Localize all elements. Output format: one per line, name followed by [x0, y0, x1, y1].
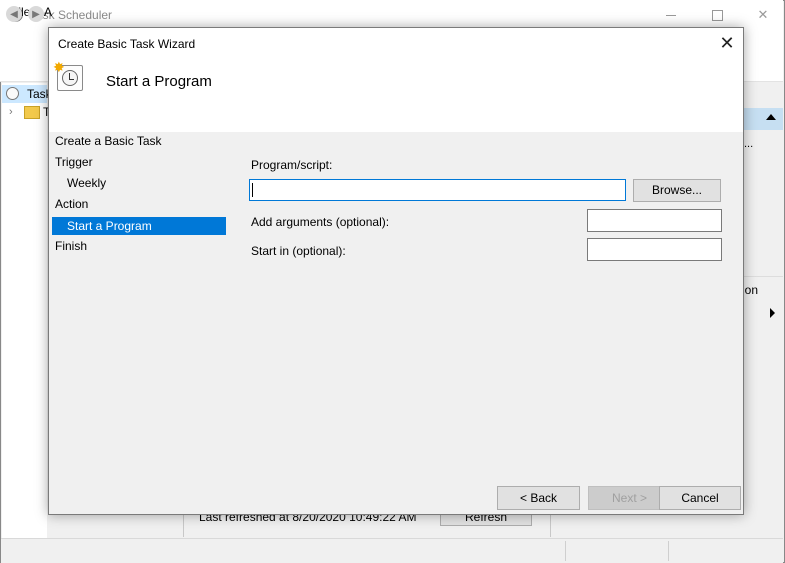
wizard-step-title: Start a Program — [106, 73, 212, 90]
actions-header[interactable] — [744, 108, 783, 130]
add-arguments-input[interactable] — [587, 209, 722, 232]
wizard-title: Create Basic Task Wizard — [58, 37, 196, 51]
program-script-input[interactable] — [249, 179, 626, 201]
maximize-button[interactable] — [694, 0, 740, 30]
browse-button[interactable]: Browse... — [633, 179, 721, 202]
start-in-input[interactable] — [587, 238, 722, 261]
actions-divider — [744, 276, 783, 277]
actions-item-ellipsis[interactable]: ... — [744, 138, 753, 150]
clock-icon — [6, 87, 19, 100]
submenu-arrow-icon[interactable] — [770, 308, 775, 318]
nav-step-action: Action — [55, 197, 89, 211]
actions-item[interactable]: ion — [742, 283, 758, 297]
console-tree — [2, 83, 47, 538]
maximize-icon — [711, 9, 723, 21]
program-script-label: Program/script: — [251, 158, 333, 172]
cancel-button[interactable]: Cancel — [659, 486, 741, 510]
nav-step-weekly: Weekly — [67, 176, 107, 190]
status-bar — [1, 538, 783, 563]
minimize-icon — [666, 14, 676, 16]
back-button[interactable]: < Back — [497, 486, 580, 510]
nav-step-create-basic-task: Create a Basic Task — [55, 134, 162, 148]
menu-action[interactable]: A — [44, 5, 52, 19]
start-in-label: Start in (optional): — [251, 244, 346, 258]
forward-arrow-icon[interactable]: ▶ — [28, 6, 44, 22]
create-basic-task-wizard: Create Basic Task Wizard ✕ ✸ Start a Pro… — [48, 27, 744, 515]
nav-step-start-a-program: Start a Program — [67, 219, 152, 233]
text-caret — [252, 183, 253, 197]
main-close-button[interactable]: ✕ — [740, 0, 785, 30]
wizard-header — [49, 58, 743, 132]
collapse-up-icon[interactable] — [766, 114, 776, 120]
minimize-button[interactable] — [648, 0, 694, 30]
sparkle-icon: ✸ — [53, 59, 65, 75]
status-divider — [668, 541, 669, 561]
back-arrow-icon[interactable]: ◀ — [6, 6, 22, 22]
chevron-right-icon[interactable]: › — [9, 106, 13, 118]
folder-icon — [24, 106, 40, 119]
wizard-close-button[interactable]: ✕ — [717, 33, 737, 53]
nav-step-trigger: Trigger — [55, 155, 93, 169]
nav-step-finish: Finish — [55, 239, 88, 253]
status-divider — [565, 541, 566, 561]
add-arguments-label: Add arguments (optional): — [251, 215, 390, 229]
